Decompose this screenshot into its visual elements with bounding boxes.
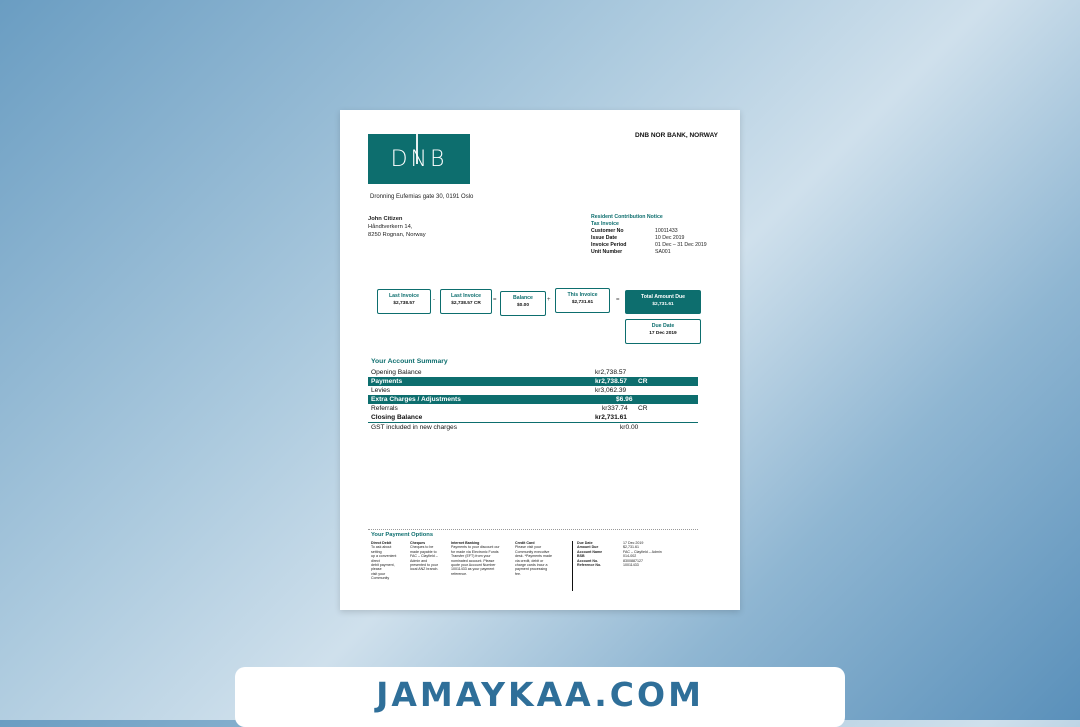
payment-internet-banking: Internet Banking Payments to your discou… — [451, 541, 511, 576]
plus-sign: + — [547, 297, 551, 303]
summary-suffix: CR — [638, 378, 648, 385]
payment-line: reference. — [451, 571, 468, 576]
balance-box: Balance $0.00 — [500, 291, 546, 316]
notice-subtitle: Tax Invoice — [591, 221, 619, 227]
payment-credit-card: Credit Card Please visit your Community … — [515, 541, 563, 576]
due-date-label: Due Date — [651, 323, 675, 329]
watermark-text: JAMAYKAA.COM — [376, 675, 704, 714]
summary-row: GST included in new charges kr0.00 — [368, 423, 698, 432]
summary-row: Closing Balance kr2,731.61 — [368, 413, 698, 423]
summary-amount: kr2,731.61 — [595, 414, 627, 421]
last-invoice-cr-box: Last Invoice $2,738.57 CR — [440, 289, 492, 314]
this-invoice-label: This Invoice — [567, 292, 598, 298]
notice-key: Invoice Period — [591, 242, 627, 248]
summary-row: Referrals kr337.74 CR — [368, 404, 698, 413]
total-amount-value: $2,731.61 — [652, 302, 674, 307]
summary-label: GST included in new charges — [371, 424, 458, 431]
summary-amount: $6.96 — [616, 396, 633, 403]
payment-title: Your Payment Options — [371, 532, 434, 538]
recipient-address-line1: Håndtverkern 14, — [368, 224, 413, 230]
last-invoice-box: Last Invoice $2,738.57 — [377, 289, 431, 314]
dnb-logo: DNB — [368, 134, 470, 184]
recipient-block: John Citizen Håndtverkern 14, 8250 Rogna… — [368, 215, 426, 239]
summary-label: Referrals — [371, 405, 398, 412]
payment-details: Due Date 17 Dec 2019 Amount Due $2,731.61 … — [577, 541, 687, 567]
logo-text: DNB — [390, 146, 448, 172]
payment-detail-row: Reference No. 10011433 — [577, 563, 687, 567]
due-date-box: Due Date 17 Dec 2019 — [625, 319, 701, 344]
payment-detail-key: Reference No. — [577, 563, 602, 568]
last-invoice-cr-value: $2,738.57 CR — [451, 301, 481, 306]
recipient-address-line2: 8250 Rognan, Norway — [368, 232, 426, 238]
payment-direct-debit: Direct Debit To ask about setting up a c… — [371, 541, 407, 581]
this-invoice-value: $2,731.61 — [571, 300, 594, 305]
summary-label: Extra Charges / Adjustments — [371, 396, 461, 403]
notice-key: Issue Date — [591, 235, 617, 241]
notice-value: 10 Dec 2019 — [655, 235, 685, 241]
notice-value: SA001 — [655, 249, 671, 255]
notice-key: Unit Number — [591, 249, 623, 255]
summary-row: Payments kr2,738.57 CR — [368, 377, 698, 386]
notice-row: Customer No 10011433 — [591, 228, 707, 235]
summary-amount: kr0.00 — [620, 424, 639, 431]
summary-row: Levies kr3,062.39 — [368, 386, 698, 395]
last-invoice-label: Last Invoice — [389, 293, 419, 299]
payment-vertical-rule — [572, 541, 573, 591]
notice-title: Resident Contribution Notice — [591, 214, 663, 220]
payment-line: Community — [371, 576, 390, 581]
payment-detail-value: 10011433 — [623, 563, 639, 568]
bank-name: DNB NOR BANK, NORWAY — [634, 132, 718, 139]
summary-title: Your Account Summary — [371, 358, 448, 365]
notice-row: Issue Date 10 Dec 2019 — [591, 235, 707, 242]
account-summary: Opening Balance kr2,738.57 Payments kr2,73… — [368, 368, 698, 432]
equals-sign: = — [616, 297, 620, 303]
payment-line: fee. — [515, 571, 521, 576]
notice-row: Invoice Period 01 Dec – 31 Dec 2019 — [591, 242, 707, 249]
last-invoice-value: $2,738.57 — [393, 301, 415, 306]
payment-line: local ANZ branch. — [410, 567, 439, 572]
summary-amount: kr2,738.57 — [595, 369, 627, 376]
watermark-banner: JAMAYKAA.COM — [235, 667, 845, 727]
logo-divider — [416, 134, 418, 164]
due-date-value: 17 Dec 2019 — [649, 331, 677, 336]
summary-label: Closing Balance — [371, 414, 423, 421]
summary-amount: kr3,062.39 — [595, 387, 627, 394]
last-invoice-cr-label: Last Invoice — [451, 293, 481, 299]
summary-amount: kr337.74 — [602, 405, 628, 412]
summary-row: Extra Charges / Adjustments $6.96 — [368, 395, 698, 404]
total-amount-due-box: Total Amount Due $2,731.61 — [625, 290, 701, 314]
notice-value: 01 Dec – 31 Dec 2019 — [655, 242, 707, 248]
summary-label: Payments — [371, 378, 403, 385]
payment-divider — [368, 529, 698, 530]
notice-block: Resident Contribution Notice Tax Invoice… — [591, 214, 707, 256]
bank-address: Dronning Eufemias gate 30, 0191 Oslo — [370, 194, 474, 200]
summary-label: Opening Balance — [371, 369, 422, 376]
total-amount-label: Total Amount Due — [640, 294, 686, 300]
equals-sign: = — [493, 297, 497, 303]
balance-value: $0.00 — [516, 303, 529, 308]
summary-amount: kr2,738.57 — [595, 378, 627, 385]
notice-row: Unit Number SA001 — [591, 249, 707, 256]
notice-key: Customer No — [591, 228, 624, 234]
this-invoice-box: This Invoice $2,731.61 — [555, 288, 610, 313]
invoice-page: DNB DNB NOR BANK, NORWAY Dronning Eufemi… — [340, 110, 740, 610]
summary-label: Levies — [371, 387, 391, 394]
recipient-name: John Citizen — [368, 216, 403, 222]
payment-cheques: Cheques Cheques to be made payable to FA… — [410, 541, 448, 572]
balance-label: Balance — [513, 295, 533, 301]
notice-value: 10011433 — [655, 228, 678, 234]
summary-row: Opening Balance kr2,738.57 — [368, 368, 698, 377]
minus-sign: - — [433, 297, 435, 303]
summary-suffix: CR — [638, 405, 648, 412]
